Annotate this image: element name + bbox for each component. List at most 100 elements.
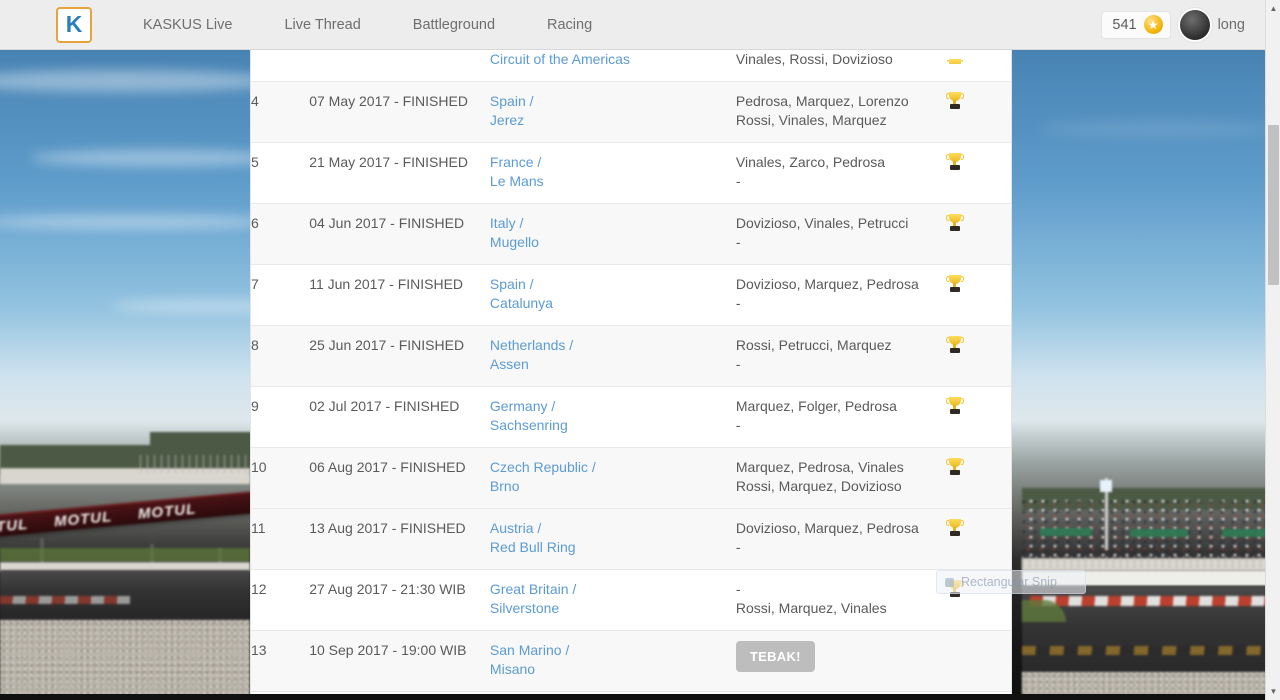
race-country-link[interactable]: Spain /: [490, 92, 736, 111]
tent: [1130, 529, 1188, 537]
race-circuit-link[interactable]: Circuit of the Americas: [490, 50, 736, 69]
table-row: 10 06 Aug 2017 - FINISHED Czech Republic /…: [251, 447, 1011, 509]
race-date-status: 06 Aug 2017 - FINISHED: [309, 447, 490, 509]
race-schedule-panel: Circuit of the Americas Vinales, Rossi, D…: [250, 50, 1012, 700]
header-right-group: 541 ★ long: [1102, 9, 1265, 40]
race-circuit-link[interactable]: Mugello: [490, 233, 736, 252]
trophy-icon[interactable]: [945, 153, 964, 172]
catch-fence: [140, 455, 260, 473]
race-country-link[interactable]: Spain /: [490, 275, 736, 294]
gravel-trap: [0, 620, 250, 700]
race-result-line-2: -: [735, 295, 741, 311]
race-date-status: 04 Jun 2017 - FINISHED: [309, 203, 490, 265]
trophy-icon[interactable]: [945, 336, 964, 355]
race-circuit-link[interactable]: Brno: [490, 477, 736, 496]
race-circuit-link[interactable]: Misano: [490, 660, 736, 679]
race-results: Pedrosa, Marquez, Lorenzo Rossi, Vinales,…: [735, 81, 947, 143]
race-schedule-table: Circuit of the Americas Vinales, Rossi, D…: [251, 50, 1011, 700]
race-round-number: 9: [251, 386, 310, 448]
race-location: Netherlands / Assen: [489, 325, 736, 387]
coin-balance-badge[interactable]: 541 ★: [1102, 11, 1170, 38]
trophy-icon[interactable]: [946, 59, 963, 64]
nav-live-thread[interactable]: Live Thread: [258, 17, 386, 33]
track-curb: [1022, 646, 1280, 655]
race-results: Rossi, Petrucci, Marquez -: [735, 325, 947, 387]
scroll-down-arrow[interactable]: ▼: [1266, 683, 1280, 700]
race-circuit-link[interactable]: Le Mans: [490, 172, 736, 191]
banner-text: MOTUL: [53, 507, 113, 530]
grass-verge: [0, 548, 250, 562]
trophy-icon[interactable]: [945, 275, 964, 294]
race-result-line-1: Dovizioso, Marquez, Pedrosa: [735, 276, 919, 292]
nav-kaskus-live[interactable]: KASKUS Live: [117, 17, 258, 33]
table-row: Circuit of the Americas Vinales, Rossi, D…: [251, 50, 1011, 82]
race-results: Marquez, Folger, Pedrosa -: [735, 386, 947, 448]
nav-racing[interactable]: Racing: [521, 17, 618, 33]
race-date-status: 11 Jun 2017 - FINISHED: [309, 264, 490, 326]
table-row: 13 10 Sep 2017 - 19:00 WIB San Marino / Mis…: [251, 630, 1011, 692]
race-country-link[interactable]: France /: [490, 153, 736, 172]
race-round-number: 5: [251, 142, 310, 204]
race-result-line-2: Rossi, Marquez, Vinales: [735, 600, 887, 616]
race-action-cell: [945, 142, 1011, 204]
race-results: Dovizioso, Marquez, Pedrosa -: [735, 264, 947, 326]
race-country-link[interactable]: Austria /: [490, 519, 736, 538]
race-result-line-2: -: [735, 417, 741, 433]
user-menu[interactable]: long: [1179, 9, 1245, 40]
race-schedule-body: Circuit of the Americas Vinales, Rossi, D…: [251, 50, 1011, 700]
race-result-line-1: Dovizioso, Vinales, Petrucci: [735, 215, 909, 231]
race-results: Vinales, Rossi, Dovizioso: [735, 50, 947, 82]
race-result-line-2: Rossi, Marquez, Dovizioso: [735, 478, 902, 494]
tebak-button[interactable]: TEBAK!: [735, 641, 815, 672]
race-circuit-link[interactable]: Jerez: [490, 111, 736, 130]
viewport-bottom-edge: [0, 694, 1265, 700]
catch-fence: [1022, 556, 1280, 569]
race-country-link[interactable]: Italy /: [490, 214, 736, 233]
star-icon: ★: [1143, 15, 1163, 34]
cloud: [0, 70, 280, 92]
race-location: Italy / Mugello: [489, 203, 736, 265]
table-row: 8 25 Jun 2017 - FINISHED Netherlands / Asse…: [251, 325, 1011, 387]
race-circuit-link[interactable]: Silverstone: [490, 599, 736, 618]
trophy-icon[interactable]: [945, 397, 964, 416]
race-country-link[interactable]: Czech Republic /: [490, 458, 736, 477]
track-curb: [1030, 596, 1280, 606]
race-result-line-1: Rossi, Petrucci, Marquez: [735, 337, 892, 353]
race-country-link[interactable]: San Marino /: [490, 641, 736, 660]
kaskus-logo[interactable]: K: [56, 6, 92, 43]
scrollbar-thumb[interactable]: [1268, 125, 1279, 285]
race-location: San Marino / Misano: [489, 630, 736, 692]
trophy-icon[interactable]: [945, 580, 964, 599]
race-results: Dovizioso, Vinales, Petrucci -: [735, 203, 947, 265]
race-date-status: 10 Sep 2017 - 19:00 WIB: [309, 630, 490, 692]
race-location: Spain / Catalunya: [489, 264, 736, 326]
page-scrollbar[interactable]: ▲ ▼: [1265, 0, 1280, 700]
race-action-cell: [945, 508, 1011, 570]
race-results: - Rossi, Marquez, Vinales: [735, 569, 947, 631]
race-round-number: 4: [251, 81, 310, 143]
table-row: 11 13 Aug 2017 - FINISHED Austria / Red Bul…: [251, 508, 1011, 570]
race-date-status: 07 May 2017 - FINISHED: [309, 81, 490, 143]
race-round-number: 13: [251, 630, 310, 692]
avatar: [1179, 9, 1210, 40]
nav-battleground[interactable]: Battleground: [387, 17, 521, 33]
scroll-up-arrow[interactable]: ▲: [1266, 0, 1280, 17]
race-circuit-link[interactable]: Assen: [490, 355, 736, 374]
trophy-icon[interactable]: [945, 92, 964, 111]
trophy-icon[interactable]: [945, 519, 964, 538]
trophy-icon[interactable]: [945, 214, 964, 233]
race-result-line-1: Vinales, Zarco, Pedrosa: [735, 154, 886, 170]
race-circuit-link[interactable]: Sachsenring: [490, 416, 736, 435]
race-result-line-2: Vinales, Rossi, Dovizioso: [735, 51, 893, 67]
banner-text: MOTUL: [137, 500, 197, 523]
table-row: 7 11 Jun 2017 - FINISHED Spain / Catalunya D…: [251, 264, 1011, 326]
race-country-link[interactable]: Great Britain /: [490, 580, 736, 599]
race-country-link[interactable]: Germany /: [490, 397, 736, 416]
trophy-icon[interactable]: [945, 458, 964, 477]
race-round-number: [251, 50, 310, 82]
race-circuit-link[interactable]: Catalunya: [490, 294, 736, 313]
race-country-link[interactable]: Netherlands /: [490, 336, 736, 355]
race-round-number: 6: [251, 203, 310, 265]
coin-count: 541: [1112, 16, 1137, 33]
race-circuit-link[interactable]: Red Bull Ring: [490, 538, 736, 557]
